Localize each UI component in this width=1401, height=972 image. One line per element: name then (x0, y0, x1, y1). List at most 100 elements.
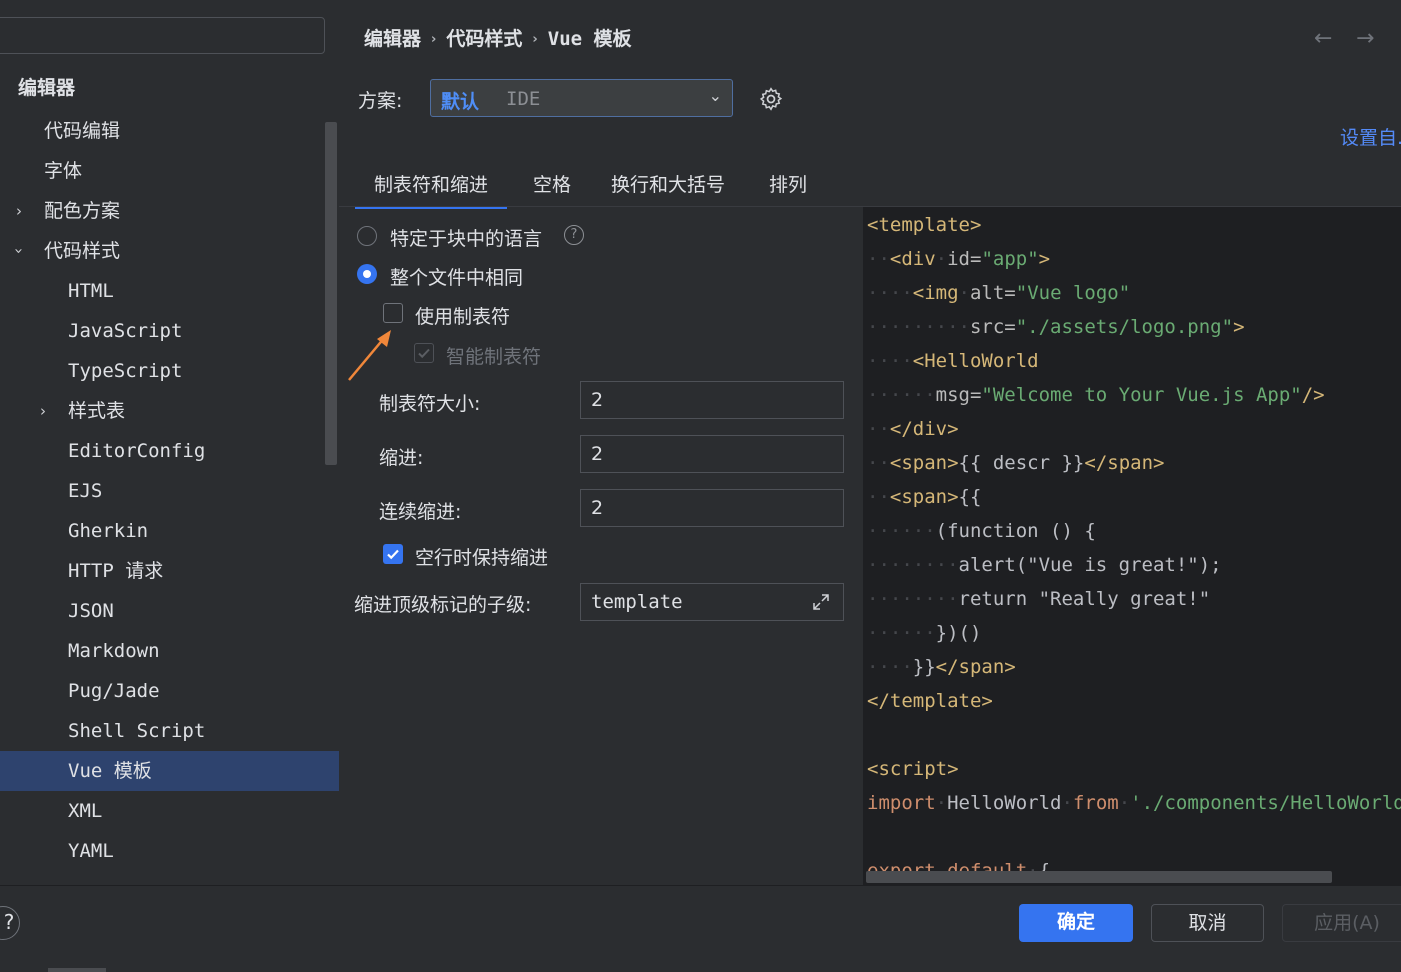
tab-size-label: 制表符大小: (379, 393, 481, 415)
sidebar-item-label: 样式表 (68, 400, 126, 422)
annotation-arrow-icon (348, 330, 391, 381)
breadcrumb-vue-template: Vue 模板 (547, 28, 632, 50)
code-line: ······})() (867, 622, 982, 644)
checkmark-icon (417, 348, 430, 358)
scheme-dropdown[interactable]: 默认 IDE ⌄ (430, 79, 733, 117)
sidebar-item-label: HTTP 请求 (68, 560, 164, 582)
chevron-down-icon: ⌄ (708, 86, 722, 105)
breadcrumb-separator-icon: › (532, 32, 538, 47)
code-line: import·HelloWorld·from·'./components/Hel… (867, 792, 1401, 814)
keep-indents-checkbox[interactable] (383, 544, 403, 564)
tab-wrapping-and-braces[interactable]: 换行和大括号 (611, 170, 725, 206)
sidebar-item-editorconfig[interactable]: EditorConfig (0, 431, 339, 471)
chevron-down-icon[interactable]: › (0, 248, 39, 254)
set-from-link[interactable]: 设置自... (1340, 123, 1401, 150)
sidebar-item-label: 代码编辑 (44, 120, 121, 142)
language-specific-radio[interactable] (357, 226, 377, 246)
tab-tabs-and-indents[interactable]: 制表符和缩进 (355, 170, 508, 209)
scheme-primary-value: 默认 (441, 91, 480, 113)
sidebar-item-label: JavaScript (68, 320, 183, 342)
code-line: <script> (867, 758, 959, 780)
sidebar-item-vue-template[interactable]: Vue 模板 (0, 751, 339, 791)
scheme-label: 方案: (358, 90, 403, 112)
sidebar-scrollbar[interactable] (325, 122, 337, 465)
tab-arrangement[interactable]: 排列 (769, 170, 807, 206)
sidebar-item-label: Pug/Jade (68, 680, 160, 702)
sidebar-item-yaml[interactable]: YAML (0, 831, 339, 871)
indent-children-value: template (591, 591, 683, 613)
indent-children-input[interactable]: template (580, 583, 844, 621)
sidebar-item-gherkin[interactable]: Gherkin (0, 511, 339, 551)
indent-input[interactable]: 2 (580, 435, 844, 473)
sidebar-item-http-request[interactable]: HTTP 请求 (0, 551, 339, 591)
checkmark-icon (387, 549, 399, 560)
smart-tabs-label: 智能制表符 (446, 346, 542, 368)
code-preview[interactable]: <template> ··<div·id="app"> ····<img·alt… (863, 207, 1401, 885)
sidebar-item-markdown[interactable]: Markdown (0, 631, 339, 671)
sidebar-item-font[interactable]: 字体 (0, 151, 339, 191)
sidebar-item-shell-script[interactable]: Shell Script (0, 711, 339, 751)
sidebar-item-json[interactable]: JSON (0, 591, 339, 631)
code-line: ··<span>{{ (867, 486, 982, 508)
breadcrumb: 编辑器 › 代码样式 › Vue 模板 (364, 24, 632, 51)
code-line: ··</div> (867, 418, 959, 440)
gear-icon[interactable] (758, 86, 784, 112)
sidebar-item-label: YAML (68, 840, 114, 862)
sidebar-item-label: 字体 (44, 160, 83, 182)
sidebar-item-html[interactable]: HTML (0, 271, 339, 311)
sidebar-item-label: EJS (68, 480, 103, 502)
sidebar-item-label: Shell Script (68, 720, 206, 742)
settings-search-input[interactable]: ⚲ (0, 17, 325, 54)
chevron-right-icon[interactable]: › (40, 391, 46, 431)
sidebar-item-label: XML (68, 800, 103, 822)
sidebar-item-label: Markdown (68, 640, 160, 662)
settings-sidebar: ⚲ 编辑器 代码编辑 字体 › 配色方案 › 代码样式 HTML JavaScr… (0, 0, 339, 885)
code-line: ····}}</span> (867, 656, 1016, 678)
help-button[interactable]: ? (0, 906, 20, 940)
tab-size-input[interactable]: 2 (580, 381, 844, 419)
back-arrow-icon[interactable]: ← (1314, 26, 1332, 51)
code-line: ······(function () { (867, 520, 1096, 542)
breadcrumb-code-style[interactable]: 代码样式 (446, 28, 522, 50)
sidebar-item-label: JSON (68, 600, 114, 622)
dialog-footer: ? 确定 取消 应用(A) (0, 885, 1401, 972)
forward-arrow-icon[interactable]: → (1356, 26, 1374, 51)
sidebar-item-color-scheme[interactable]: › 配色方案 (0, 191, 339, 231)
indent-children-label: 缩进顶级标记的子级: (354, 594, 532, 616)
smart-tabs-checkbox[interactable] (414, 343, 434, 363)
sidebar-item-label: EditorConfig (68, 440, 206, 462)
chevron-right-icon[interactable]: › (16, 191, 22, 231)
sidebar-item-javascript[interactable]: JavaScript (0, 311, 339, 351)
same-whole-file-radio[interactable] (357, 264, 377, 284)
expand-icon[interactable] (811, 592, 831, 612)
use-tab-character-label: 使用制表符 (415, 306, 511, 328)
breadcrumb-separator-icon: › (431, 32, 437, 47)
sidebar-item-typescript[interactable]: TypeScript (0, 351, 339, 391)
sidebar-item-code-editing[interactable]: 代码编辑 (0, 111, 339, 151)
apply-button[interactable]: 应用(A) (1282, 904, 1401, 942)
tab-spaces[interactable]: 空格 (533, 170, 571, 206)
help-icon[interactable]: ? (564, 225, 584, 245)
ok-button[interactable]: 确定 (1019, 904, 1133, 942)
sidebar-section-editor[interactable]: 编辑器 (0, 68, 339, 108)
same-whole-file-label: 整个文件中相同 (390, 267, 524, 289)
sidebar-item-stylesheets[interactable]: › 样式表 (0, 391, 339, 431)
sidebar-item-label: Gherkin (68, 520, 149, 542)
sidebar-item-xml[interactable]: XML (0, 791, 339, 831)
code-line: ········alert("Vue is great!"); (867, 554, 1222, 576)
sidebar-item-pug-jade[interactable]: Pug/Jade (0, 671, 339, 711)
code-line: ········return "Really great!" (867, 588, 1211, 610)
code-line: ··<div·id="app"> (867, 248, 1051, 270)
sidebar-item-ejs[interactable]: EJS (0, 471, 339, 511)
breadcrumb-editor[interactable]: 编辑器 (364, 28, 421, 50)
cancel-button[interactable]: 取消 (1151, 904, 1264, 942)
code-horizontal-scrollbar[interactable] (866, 871, 1332, 883)
sidebar-item-code-style[interactable]: › 代码样式 (0, 231, 339, 271)
sidebar-item-label: TypeScript (68, 360, 183, 382)
continuation-indent-input[interactable]: 2 (580, 489, 844, 527)
code-line: ······msg="Welcome to Your Vue.js App"/> (867, 384, 1325, 406)
use-tab-character-checkbox[interactable] (383, 303, 403, 323)
sidebar-item-label: HTML (68, 280, 114, 302)
resize-handle (48, 968, 106, 972)
code-line: <template> (867, 214, 982, 236)
